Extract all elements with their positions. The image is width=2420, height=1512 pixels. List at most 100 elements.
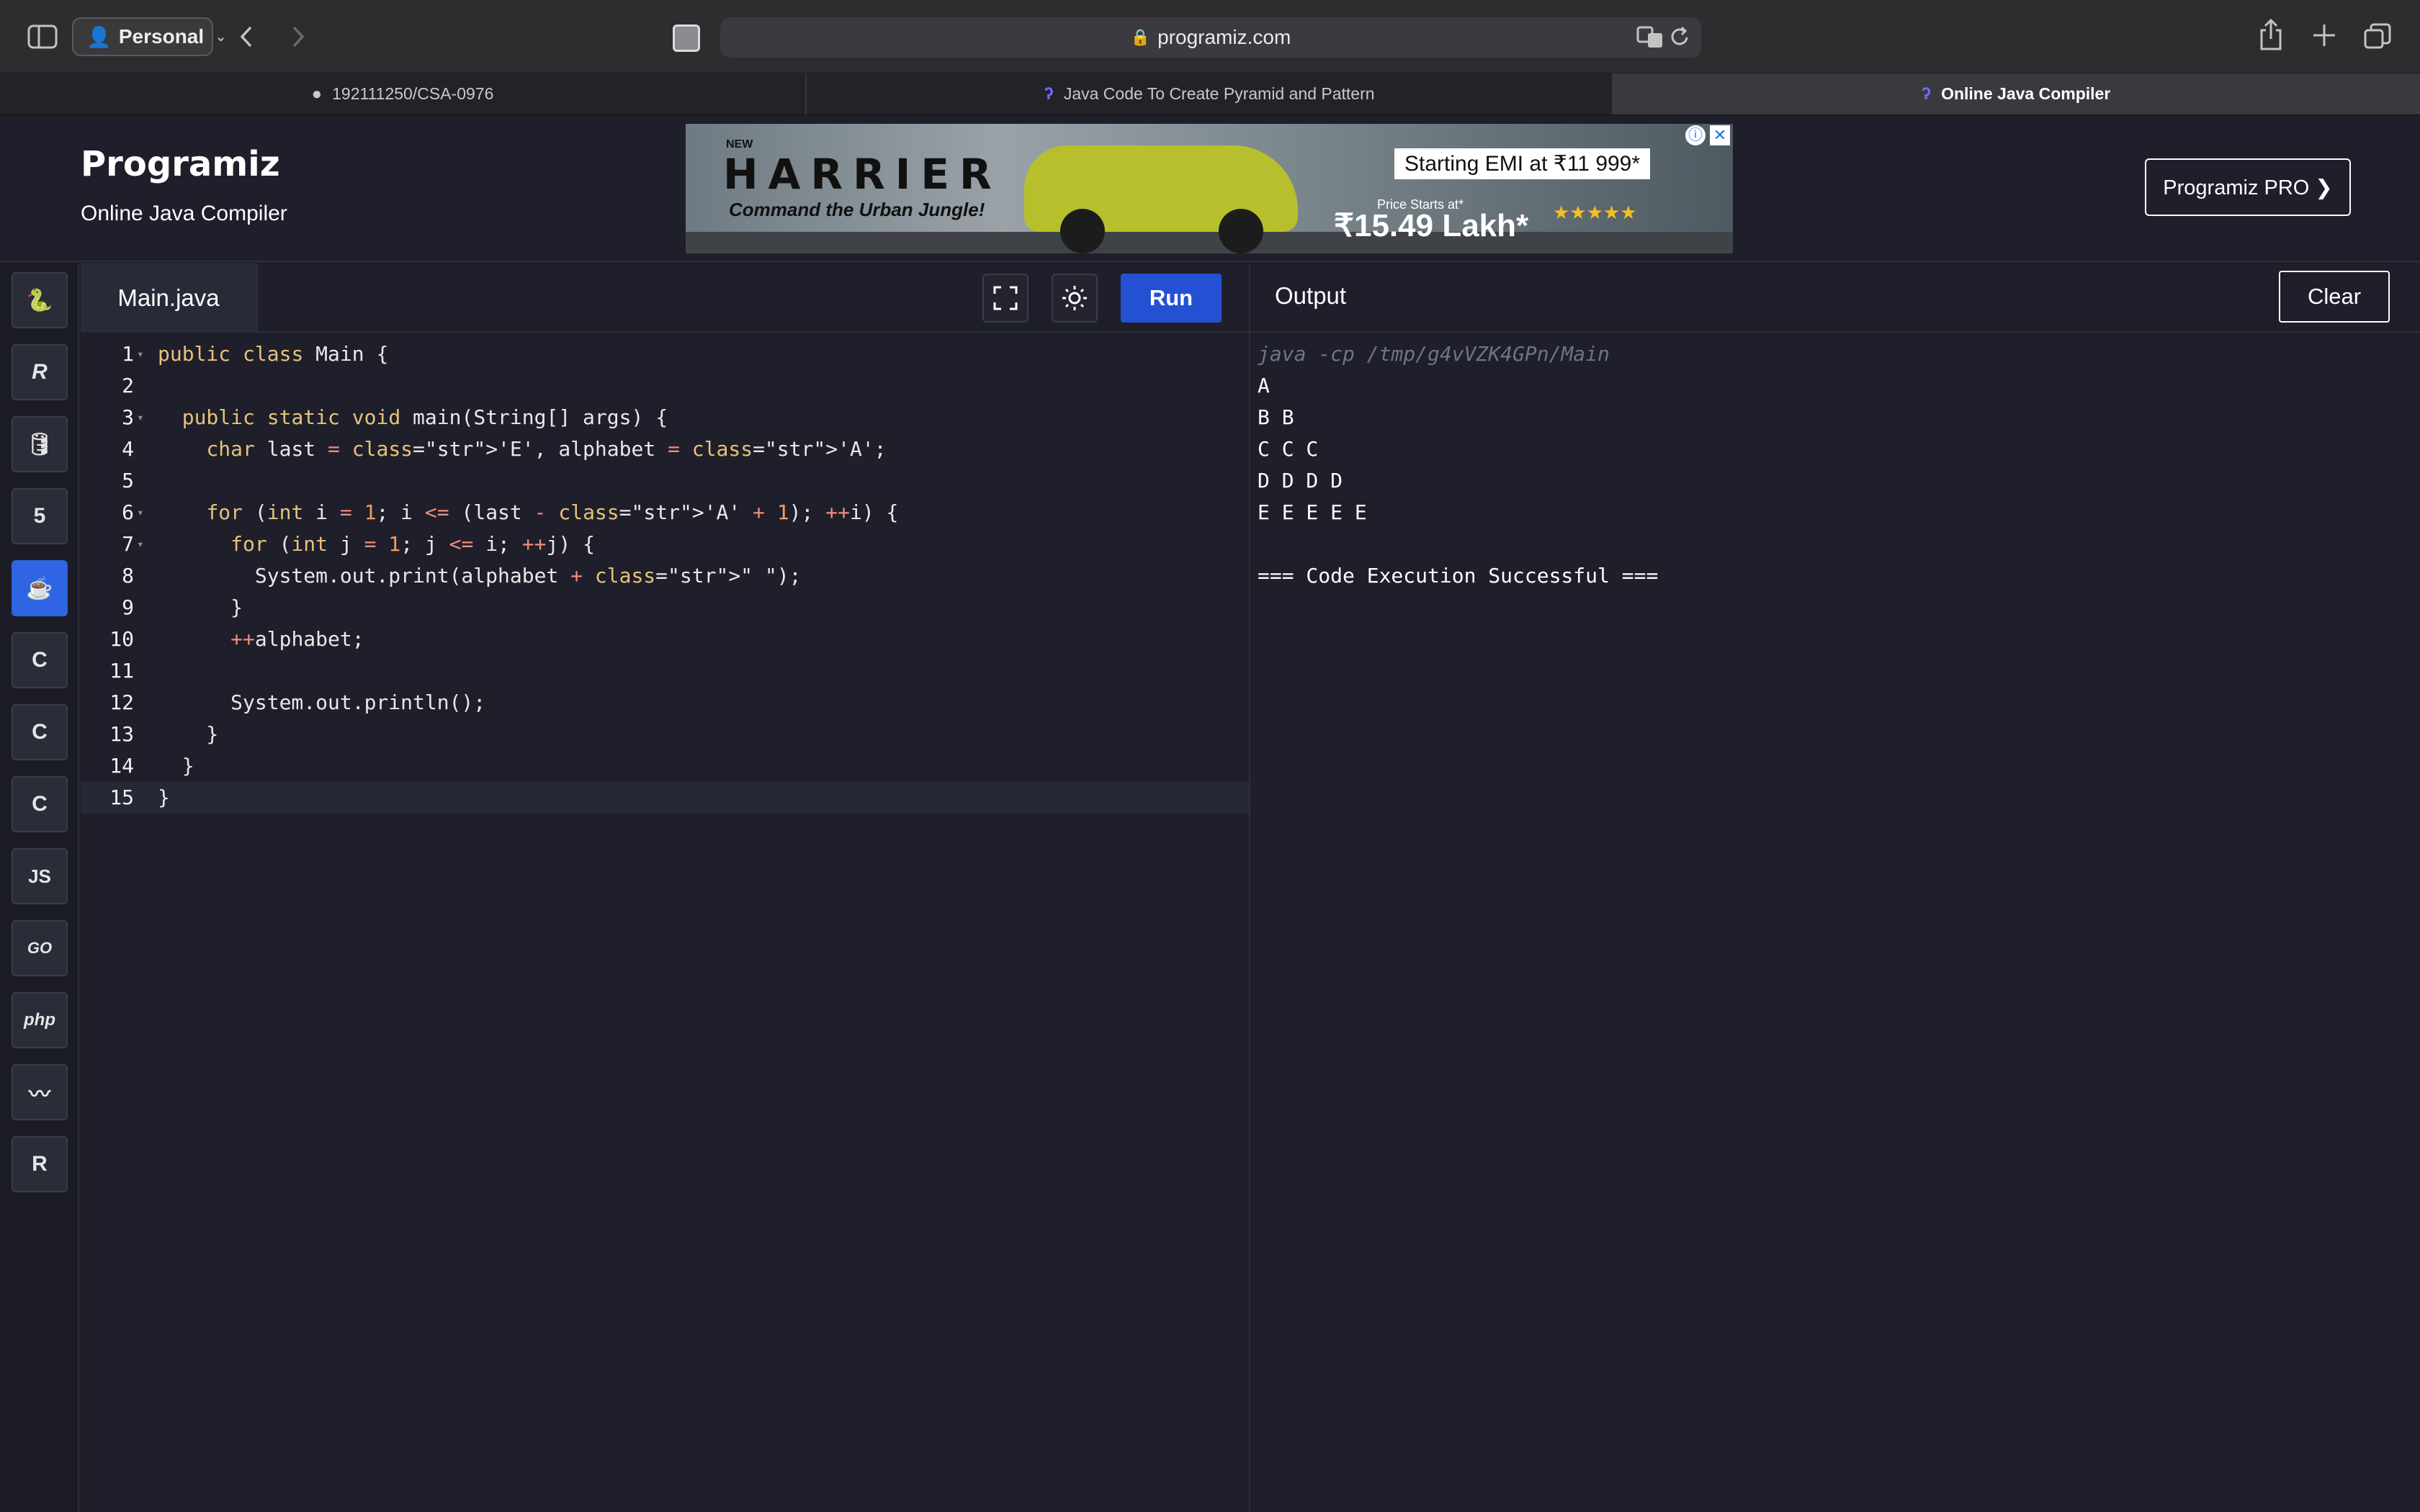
programiz-icon: ʔ <box>1044 84 1054 104</box>
reload-icon[interactable] <box>1670 24 1691 49</box>
programiz-logo[interactable]: Programiz <box>81 144 280 184</box>
code-text: public class Main { <box>158 342 389 366</box>
code-line[interactable]: 15} <box>81 782 1249 814</box>
code-line[interactable]: 11 <box>81 655 1249 687</box>
fullscreen-icon <box>993 286 1018 310</box>
file-tab-main-java[interactable]: Main.java <box>81 264 258 333</box>
tab-online-java-compiler[interactable]: ʔ Online Java Compiler <box>1613 73 2420 114</box>
line-number: 2 <box>122 374 134 397</box>
code-text: char last = class="str">'E', alphabet = … <box>206 437 887 461</box>
output-header: Output Clear <box>1250 264 2420 333</box>
fullscreen-button[interactable] <box>982 274 1028 323</box>
code-line[interactable]: 6 ▾ for (int i = 1; i <= (last - class="s… <box>81 497 1249 528</box>
php-icon[interactable]: php <box>12 992 68 1048</box>
r-icon[interactable]: R <box>12 344 68 400</box>
sql-icon[interactable]: 🛢 <box>12 416 68 472</box>
address-bar[interactable]: 🔒 programiz.com <box>720 17 1701 58</box>
code-line[interactable]: 2 <box>81 370 1249 402</box>
code-text: } <box>158 786 170 809</box>
code-line[interactable]: 5 <box>81 465 1249 497</box>
csharp-icon[interactable]: C <box>12 776 68 832</box>
output-line: === Code Execution Successful === <box>1258 564 1659 588</box>
translate-icon[interactable] <box>1636 24 1665 49</box>
code-text: } <box>158 595 243 619</box>
sun-icon <box>1062 286 1087 310</box>
programiz-pro-button[interactable]: Programiz PRO ❯ <box>2145 158 2351 216</box>
forward-icon[interactable] <box>288 24 307 49</box>
java-icon[interactable]: ☕ <box>12 560 68 616</box>
fold-arrow-icon[interactable]: ▾ <box>137 497 144 528</box>
fold-arrow-icon[interactable]: ▾ <box>137 528 144 560</box>
javascript-icon[interactable]: JS <box>12 848 68 904</box>
line-number: 3 <box>122 405 134 429</box>
sidebar-toggle-icon[interactable] <box>27 24 58 49</box>
code-line[interactable]: 4 char last = class="str">'E', alphabet … <box>81 433 1249 465</box>
tab-java-pyramid[interactable]: ʔ Java Code To Create Pyramid and Patter… <box>807 73 1613 114</box>
c-icon[interactable]: C <box>12 632 68 688</box>
code-text: } <box>158 754 194 778</box>
output-line: E E E E E <box>1258 500 1367 524</box>
fold-arrow-icon[interactable]: ▾ <box>137 402 144 433</box>
tab-github[interactable]: ● 192111250/CSA-0976 <box>0 73 807 114</box>
ad-car-wheel <box>1219 209 1263 253</box>
code-line[interactable]: 7 ▾ for (int j = 1; j <= i; ++j) { <box>81 528 1249 560</box>
github-icon: ● <box>311 84 323 104</box>
html-icon[interactable]: 5 <box>12 488 68 544</box>
ad-close-icon[interactable]: ✕ <box>1710 125 1730 145</box>
url-text: programiz.com <box>1157 26 1291 48</box>
page-subtitle: Online Java Compiler <box>81 202 287 225</box>
tab-label: Java Code To Create Pyramid and Pattern <box>1063 84 1375 103</box>
new-tab-icon[interactable] <box>2312 23 2336 48</box>
output-line: A <box>1258 374 1270 397</box>
tab-label: 192111250/CSA-0976 <box>332 84 494 103</box>
back-icon[interactable] <box>238 24 256 49</box>
profile-switcher[interactable]: 👤 Personal ⌄ <box>72 17 226 56</box>
code-line[interactable]: 1 ▾ public class Main { <box>81 338 1249 370</box>
line-number: 15 <box>109 786 134 809</box>
ad-price: ₹15.49 Lakh* <box>1334 208 1529 243</box>
swift-icon[interactable]: 〰 <box>12 1064 68 1120</box>
line-number: 14 <box>109 754 134 778</box>
code-editor[interactable]: 1 ▾ public class Main {2 3 ▾ public static v… <box>81 333 1249 1512</box>
language-sidebar: 🐍 R 🛢 5 ☕ C C C JS GO php 〰 R <box>0 264 79 1512</box>
site-favicon[interactable] <box>673 24 700 52</box>
line-number: 8 <box>122 564 134 588</box>
line-number: 6 <box>122 500 134 524</box>
output-command-line: java -cp /tmp/g4vVZK4GPn/Main <box>1258 342 1610 366</box>
run-button[interactable]: Run <box>1121 274 1222 323</box>
clear-button[interactable]: Clear <box>2279 271 2390 323</box>
ad-info-icon[interactable]: ⓘ <box>1685 125 1706 145</box>
code-text: ++alphabet; <box>230 627 364 651</box>
advertisement-banner[interactable]: NEW HARRIER Command the Urban Jungle! St… <box>686 124 1733 253</box>
line-number: 10 <box>109 627 134 651</box>
code-line[interactable]: 14 } <box>81 750 1249 782</box>
go-icon[interactable]: GO <box>12 920 68 976</box>
code-text: for (int i = 1; i <= (last - class="str"… <box>206 500 899 524</box>
code-line[interactable]: 12 System.out.println(); <box>81 687 1249 719</box>
fold-arrow-icon[interactable]: ▾ <box>137 338 144 370</box>
ad-car-wheel <box>1060 209 1105 253</box>
line-number: 11 <box>109 659 134 683</box>
code-line[interactable]: 3 ▾ public static void main(String[] args… <box>81 402 1249 433</box>
rust-icon[interactable]: R <box>12 1136 68 1192</box>
theme-toggle-button[interactable] <box>1052 274 1098 323</box>
share-icon[interactable] <box>2259 19 2283 50</box>
cpp-icon[interactable]: C <box>12 704 68 760</box>
output-line: B B <box>1258 405 1294 429</box>
editor-header: Main.java Run <box>81 264 1249 333</box>
programiz-icon: ʔ <box>1921 84 1932 104</box>
ad-emi-text: Starting EMI at ₹11 999* <box>1394 148 1651 179</box>
code-line[interactable]: 8 System.out.print(alphabet + class="str… <box>81 560 1249 592</box>
output-console: java -cp /tmp/g4vVZK4GPn/Main A B B C C C D … <box>1250 333 2420 1512</box>
code-line[interactable]: 10 ++alphabet; <box>81 624 1249 655</box>
code-line[interactable]: 13 } <box>81 719 1249 750</box>
code-line[interactable]: 9 } <box>81 592 1249 624</box>
python-icon[interactable]: 🐍 <box>12 272 68 328</box>
output-line: C C C <box>1258 437 1319 461</box>
line-number: 1 <box>122 342 134 366</box>
output-line: D D D D <box>1258 469 1343 492</box>
ad-road <box>686 232 1733 253</box>
tab-overview-icon[interactable] <box>2364 23 2391 49</box>
chevron-down-icon: ⌄ <box>215 29 227 44</box>
line-number: 9 <box>122 595 134 619</box>
